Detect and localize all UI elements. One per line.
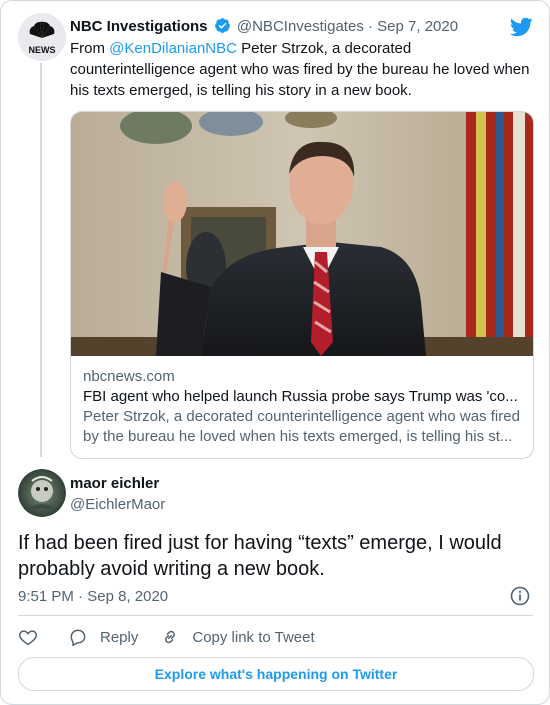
tweet-text: If had been fired just for having “texts… [18,532,502,580]
parent-tweet-header: NBC Investigations @NBCInvestigates · Se… [70,17,458,35]
timestamp-separator: · [78,588,84,605]
parent-tweet-date[interactable]: Sep 7, 2020 [377,18,458,35]
link-description-line-1: Peter Strzok, a decorated counterintelli… [83,407,521,447]
tweet-actions: Reply Copy link to Tweet [18,625,337,649]
heart-icon [19,630,37,646]
reply-button[interactable]: Reply [68,627,138,647]
avatar-image [18,469,66,517]
tweet-embed-card: NEWS NBC Investigations @NBCInvestigates… [0,0,550,705]
header-separator: · [368,18,373,35]
link-icon [165,630,176,644]
like-button[interactable] [18,627,38,647]
link-description: Peter Strzok, a decorated counterintelli… [83,408,520,445]
parent-tweet-text: From @KenDilanianNBC Peter Strzok, a dec… [70,38,534,101]
twitter-bird-icon[interactable] [509,15,533,39]
reply-icon [70,629,86,647]
copy-link-label: Copy link to Tweet [192,628,315,646]
tweet-timestamp[interactable]: 9:51 PM · Sep 8, 2020 [18,588,168,605]
copy-link-button[interactable]: Copy link to Tweet [160,627,315,647]
link-preview-card[interactable]: nbcnews.com FBI agent who helped launch … [70,111,534,459]
author-handle[interactable]: @EichlerMaor [70,496,165,513]
link-domain: nbcnews.com [83,368,175,385]
parent-author-name[interactable]: NBC Investigations [70,18,208,35]
nbc-peacock-icon: NEWS [18,13,66,61]
action-divider [18,615,533,616]
tweet-date: Sep 8, 2020 [87,588,169,605]
article-photo [71,112,533,356]
reply-label: Reply [100,628,139,646]
thread-connector-line [40,63,42,457]
info-icon[interactable] [510,586,530,606]
explore-twitter-button[interactable]: Explore what's happening on Twitter [18,657,534,691]
text-prefix: From [70,40,110,57]
mention-link[interactable]: @KenDilanianNBC [109,40,237,57]
author-name[interactable]: maor eichler [70,475,159,492]
link-title: FBI agent who helped launch Russia probe… [83,388,518,405]
tweet-time: 9:51 PM [18,588,74,605]
nbc-avatar-text: NEWS [29,45,56,55]
link-card-body: nbcnews.com FBI agent who helped launch … [83,367,521,447]
verified-badge-icon [214,18,230,33]
nbc-news-avatar[interactable]: NEWS [18,13,66,61]
parent-author-handle[interactable]: @NBCInvestigates [237,18,364,35]
author-avatar[interactable] [18,469,66,517]
